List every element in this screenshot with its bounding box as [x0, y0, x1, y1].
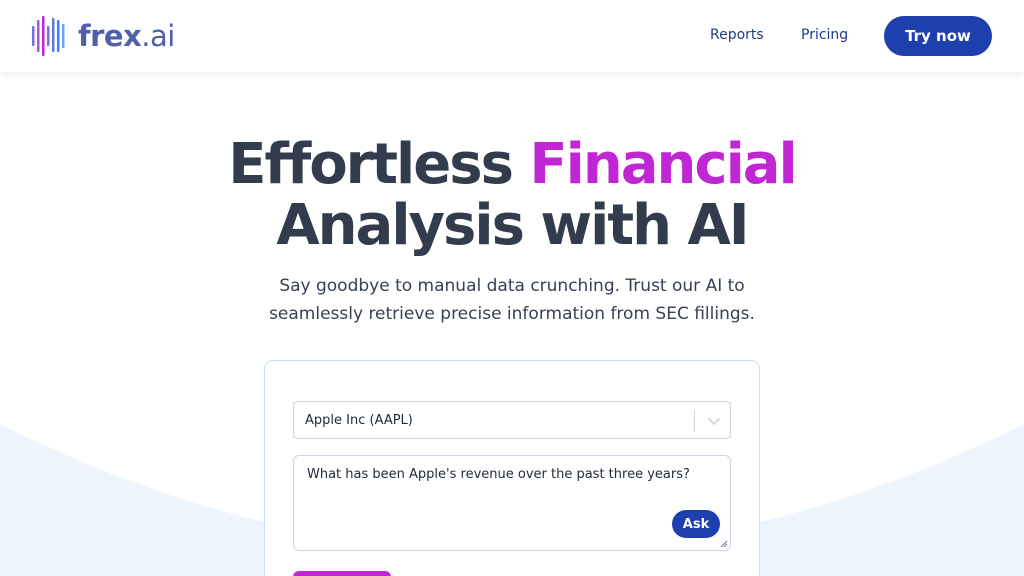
hero-title-part2: Analysis with AI: [276, 193, 749, 258]
hero-subtitle-line1: Say goodbye to manual data crunching. Tr…: [279, 276, 745, 296]
nav-reports-link[interactable]: Reports: [710, 27, 764, 43]
try-now-button[interactable]: Try now: [884, 16, 992, 56]
chevron-down-icon[interactable]: [704, 410, 724, 432]
company-select[interactable]: Apple Inc (AAPL): [293, 401, 731, 439]
site-header: frex.ai Reports Pricing Try now: [0, 0, 1024, 72]
logo[interactable]: frex.ai: [32, 16, 175, 56]
logo-text: frex.ai: [78, 19, 175, 53]
ask-button[interactable]: Ask: [672, 510, 720, 538]
logo-bars-icon: [32, 16, 65, 56]
resize-handle-icon[interactable]: [720, 540, 728, 548]
hero-title-part1: Effortless: [228, 132, 530, 197]
nav-pricing-link[interactable]: Pricing: [801, 27, 848, 43]
question-textarea[interactable]: What has been Apple's revenue over the p…: [293, 455, 731, 551]
hero-title: Effortless Financial Analysis with AI: [0, 134, 1024, 256]
query-card: Apple Inc (AAPL) What has been Apple's r…: [264, 360, 760, 576]
hero-subtitle-line2: seamlessly retrieve precise information …: [269, 304, 755, 324]
company-select-value: Apple Inc (AAPL): [305, 413, 413, 428]
question-text: What has been Apple's revenue over the p…: [307, 467, 690, 482]
secondary-action-button[interactable]: [293, 571, 391, 576]
hero-subtitle: Say goodbye to manual data crunching. Tr…: [0, 272, 1024, 328]
select-separator: [694, 410, 695, 432]
hero-title-accent: Financial: [529, 132, 797, 197]
